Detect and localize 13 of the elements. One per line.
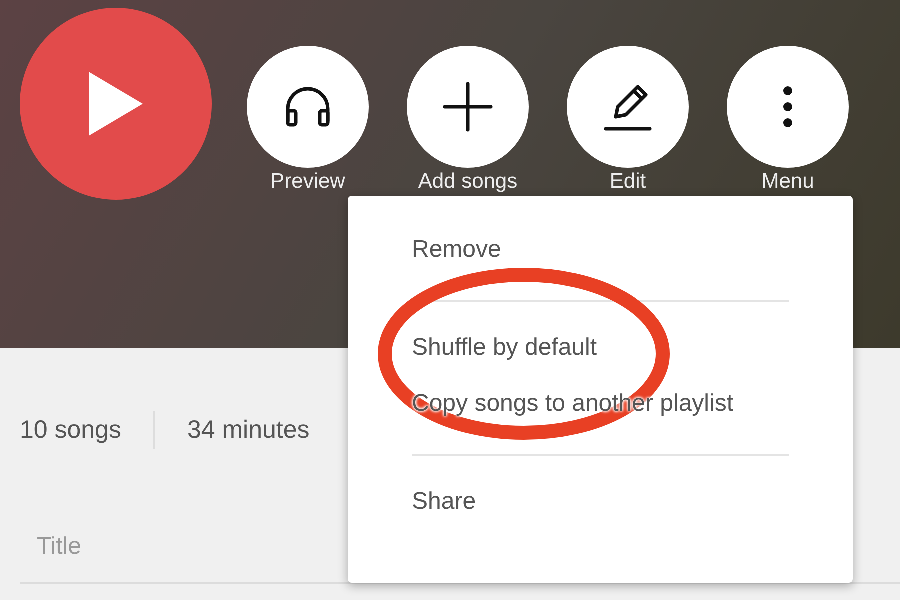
action-label: Edit: [610, 171, 646, 193]
summary-text: 10 songs: [20, 416, 122, 444]
more-icon: [782, 85, 794, 129]
summary-text: 34 minutes: [187, 416, 310, 444]
action-label: Add songs: [418, 171, 518, 193]
menu-item[interactable]: Shuffle by default: [412, 334, 789, 382]
play-icon: [89, 72, 143, 136]
action-label: Preview: [270, 171, 346, 193]
plus-icon: [442, 81, 494, 133]
menu-item[interactable]: Share: [412, 488, 789, 536]
column-header: Title: [37, 533, 82, 561]
action-label: Menu: [762, 171, 814, 193]
menu-item[interactable]: Remove: [412, 236, 789, 300]
